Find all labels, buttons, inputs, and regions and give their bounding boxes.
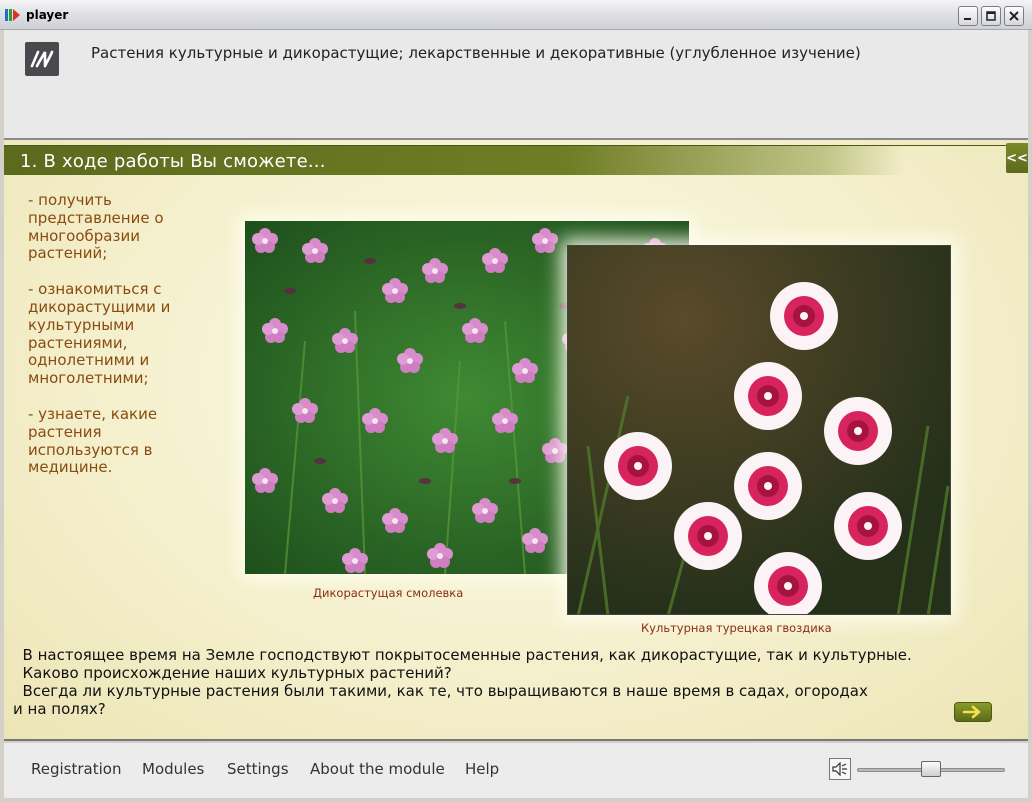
menu-about-module[interactable]: About the module bbox=[310, 760, 445, 778]
menu-registration[interactable]: Registration bbox=[31, 760, 121, 778]
window-title: player bbox=[26, 8, 69, 22]
speaker-icon bbox=[832, 762, 847, 776]
arrow-right-icon bbox=[962, 705, 981, 719]
minimize-button[interactable] bbox=[958, 6, 978, 26]
close-icon bbox=[1009, 11, 1019, 21]
sweet-william-photo bbox=[567, 245, 951, 615]
menu-help[interactable]: Help bbox=[465, 760, 499, 778]
module-heading: Растения культурные и дикорастущие; лека… bbox=[91, 44, 861, 62]
photo-caption: Дикорастущая смолевка bbox=[313, 586, 464, 600]
objective-item: - узнаете, какие растения используются в ме… bbox=[28, 404, 158, 477]
maximize-button[interactable] bbox=[981, 6, 1001, 26]
lesson-content: 1. В ходе работы Вы сможете... << - полу… bbox=[4, 140, 1028, 741]
minimize-icon bbox=[964, 18, 971, 20]
module-logo bbox=[25, 42, 59, 76]
collapse-button[interactable]: << bbox=[1006, 143, 1028, 173]
intro-paragraph: В настоящее время на Земле господствуют … bbox=[13, 646, 912, 718]
logo-icon bbox=[30, 50, 54, 68]
menu-modules[interactable]: Modules bbox=[142, 760, 204, 778]
section-title: 1. В ходе работы Вы сможете... bbox=[20, 151, 326, 172]
close-button[interactable] bbox=[1004, 6, 1024, 26]
objectives-list: - получить представление о многообразии рас… bbox=[28, 191, 218, 495]
footer-bar: Registration Modules Settings About the … bbox=[4, 743, 1028, 798]
menu-settings[interactable]: Settings bbox=[227, 760, 289, 778]
title-bar: player bbox=[0, 0, 1032, 30]
section-bar: 1. В ходе работы Вы сможете... bbox=[4, 145, 1028, 175]
photo-caption: Культурная турецкая гвоздика bbox=[641, 621, 832, 635]
objective-item: - ознакомиться с дикорастущими и культурны… bbox=[28, 280, 171, 388]
mute-button[interactable] bbox=[829, 758, 851, 780]
maximize-icon bbox=[986, 11, 996, 21]
module-header: Растения культурные и дикорастущие; лека… bbox=[4, 30, 1028, 140]
app-icon bbox=[5, 8, 21, 22]
objective-item: - получить представление о многообразии рас… bbox=[28, 191, 164, 263]
next-button[interactable] bbox=[954, 702, 992, 722]
volume-slider-thumb[interactable] bbox=[921, 761, 941, 777]
